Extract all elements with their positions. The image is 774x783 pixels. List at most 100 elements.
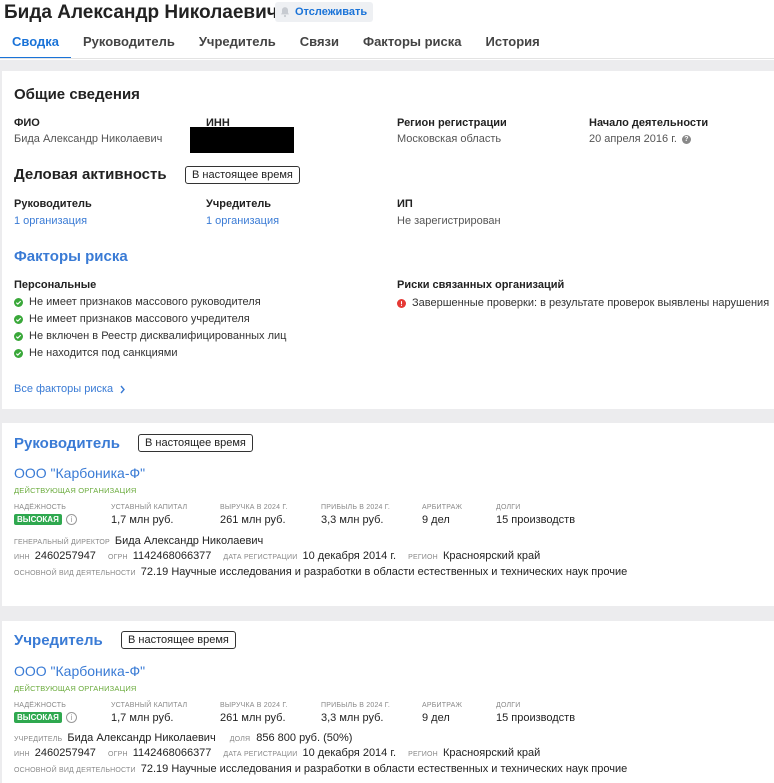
check-circle-icon: [14, 314, 23, 324]
okved-label: ОСНОВНОЙ ВИД ДЕЯТЕЛЬНОСТИ: [14, 570, 136, 577]
reliability-label: НАДЁЖНОСТЬ: [14, 702, 67, 709]
list-item: Не включен в Реестр дисквалифицированных…: [14, 330, 286, 342]
founder-card-title[interactable]: Учредитель: [14, 632, 103, 649]
profit-label: ПРИБЫЛЬ В 2024 Г.: [321, 702, 391, 709]
activity-founder-link[interactable]: 1 организация: [206, 215, 279, 227]
start-label: Начало деятельности: [589, 117, 709, 129]
share-value: 856 800 руб. (50%): [256, 732, 353, 744]
page-header: Бида Александр Николаевич Отслеживать Св…: [0, 0, 774, 60]
risk-text: Не включен в Реестр дисквалифицированных…: [29, 330, 287, 342]
debts-label: ДОЛГИ: [496, 504, 521, 511]
activity-director-link[interactable]: 1 организация: [14, 215, 87, 227]
capital-label: УСТАВНЫЙ КАПИТАЛ: [111, 702, 188, 709]
check-circle-icon: [14, 297, 23, 307]
tab-risk-factors[interactable]: Факторы риска: [351, 34, 474, 59]
fio-value: Бида Александр Николаевич: [14, 133, 163, 145]
founder-okved-row: ОСНОВНОЙ ВИД ДЕЯТЕЛЬНОСТИ 72.19 Научные …: [14, 763, 627, 775]
profit-value: 3,3 млн руб.: [321, 514, 384, 526]
check-circle-icon: [14, 331, 23, 341]
tab-history[interactable]: История: [474, 34, 552, 59]
risk-text: Не имеет признаков массового руководител…: [29, 296, 261, 308]
risk-text: Завершенные проверки: в результате прове…: [412, 297, 770, 309]
all-risks-link[interactable]: Все факторы риска: [14, 383, 126, 395]
tab-links[interactable]: Связи: [288, 34, 351, 59]
person-value: Бида Александр Николаевич: [114, 535, 264, 547]
chevron-right-icon: [120, 385, 126, 393]
ogrn-label: ОГРН: [107, 751, 128, 758]
tab-founder[interactable]: Учредитель: [187, 34, 288, 59]
activity-ip-value: Не зарегистрирован: [397, 215, 501, 227]
ogrn-value: 1142468066377: [132, 747, 212, 759]
arbitration-label: АРБИТРАЖ: [422, 504, 463, 511]
director-ids-row: ИНН 2460257947 ОГРН 1142468066377 ДАТА Р…: [14, 550, 540, 562]
okved-label: ОСНОВНОЙ ВИД ДЕЯТЕЛЬНОСТИ: [14, 767, 136, 774]
director-person-row: ГЕНЕРАЛЬНЫЙ ДИРЕКТОР Бида Александр Нико…: [14, 535, 263, 547]
inn-redacted: [190, 127, 294, 153]
inn-value: 2460257947: [34, 747, 96, 759]
revenue-label: ВЫРУЧКА В 2024 Г.: [220, 504, 288, 511]
alert-circle-icon: [397, 298, 406, 308]
all-risks-label: Все факторы риска: [14, 383, 114, 395]
region-label: РЕГИОН: [408, 554, 438, 561]
info-icon[interactable]: i: [65, 712, 77, 723]
ogrn-value: 1142468066377: [132, 550, 212, 562]
region-label: РЕГИОН: [408, 751, 438, 758]
director-card: Руководитель В настоящее время ООО "Карб…: [2, 423, 774, 606]
capital-label: УСТАВНЫЙ КАПИТАЛ: [111, 504, 188, 511]
capital-value: 1,7 млн руб.: [111, 514, 174, 526]
region-value: Московская область: [397, 133, 502, 145]
personal-risks-list: Не имеет признаков массового руководител…: [14, 296, 286, 359]
person-label: ГЕНЕРАЛЬНЫЙ ДИРЕКТОР: [14, 539, 110, 546]
regdate-label: ДАТА РЕГИСТРАЦИИ: [223, 554, 298, 561]
follow-label: Отслеживать: [295, 6, 368, 18]
founder-org-status: ДЕЙСТВУЮЩАЯ ОРГАНИЗАЦИЯ: [14, 684, 137, 693]
reliability-badge: ВЫСОКАЯ: [14, 514, 62, 525]
profit-value: 3,3 млн руб.: [321, 712, 384, 724]
arbitration-value: 9 дел: [422, 514, 450, 526]
related-risks-label: Риски связанных организаций: [397, 279, 565, 291]
risks-section-title[interactable]: Факторы риска: [14, 248, 128, 265]
regdate-value: 10 декабря 2014 г.: [302, 747, 397, 759]
list-item: Не имеет признаков массового учредителя: [14, 313, 286, 325]
check-circle-icon: [14, 348, 23, 358]
founder-person-row: УЧРЕДИТЕЛЬ Бида Александр Николаевич ДОЛ…: [14, 732, 352, 744]
revenue-value: 261 млн руб.: [220, 514, 286, 526]
start-value: 20 апреля 2016 г.: [589, 133, 677, 145]
risk-text: Не находится под санкциями: [29, 347, 178, 359]
activity-ip-label: ИП: [397, 198, 413, 210]
reliability-row: ВЫСОКАЯ i: [14, 712, 77, 723]
bell-icon: [281, 7, 289, 18]
list-item: Завершенные проверки: в результате прове…: [397, 297, 769, 309]
question-icon[interactable]: ?: [681, 134, 691, 144]
founder-ids-row: ИНН 2460257947 ОГРН 1142468066377 ДАТА Р…: [14, 747, 540, 759]
reliability-row: ВЫСОКАЯ i: [14, 514, 77, 525]
tabs-divider: [0, 58, 774, 59]
tab-bar: Сводка Руководитель Учредитель Связи Фак…: [0, 34, 552, 60]
person-label: УЧРЕДИТЕЛЬ: [14, 736, 63, 743]
list-item: Не находится под санкциями: [14, 347, 286, 359]
regdate-label: ДАТА РЕГИСТРАЦИИ: [223, 751, 298, 758]
start-value-row: 20 апреля 2016 г. ?: [589, 133, 691, 145]
director-card-title[interactable]: Руководитель: [14, 435, 120, 452]
founder-org-link[interactable]: ООО "Карбоника-Ф": [14, 663, 145, 679]
tab-summary[interactable]: Сводка: [0, 34, 71, 59]
debts-value: 15 производств: [496, 712, 576, 724]
tab-director[interactable]: Руководитель: [71, 34, 187, 59]
activity-director-label: Руководитель: [14, 198, 92, 210]
activity-founder-label: Учредитель: [206, 198, 272, 210]
director-org-link[interactable]: ООО "Карбоника-Ф": [14, 465, 145, 481]
general-section-title: Общие сведения: [14, 86, 140, 103]
arbitration-value: 9 дел: [422, 712, 450, 724]
okved-value: 72.19 Научные исследования и разработки …: [140, 763, 628, 775]
activity-section-title: Деловая активность: [14, 166, 167, 183]
region-value: Красноярский край: [442, 550, 541, 562]
follow-button[interactable]: Отслеживать: [275, 2, 374, 22]
personal-risks-label: Персональные: [14, 279, 97, 291]
director-okved-row: ОСНОВНОЙ ВИД ДЕЯТЕЛЬНОСТИ 72.19 Научные …: [14, 566, 627, 578]
director-period-badge: В настоящее время: [138, 434, 253, 452]
founder-period-badge: В настоящее время: [121, 631, 236, 649]
info-icon[interactable]: i: [65, 514, 77, 525]
share-label: ДОЛЯ: [229, 736, 251, 743]
debts-label: ДОЛГИ: [496, 702, 521, 709]
revenue-value: 261 млн руб.: [220, 712, 286, 724]
